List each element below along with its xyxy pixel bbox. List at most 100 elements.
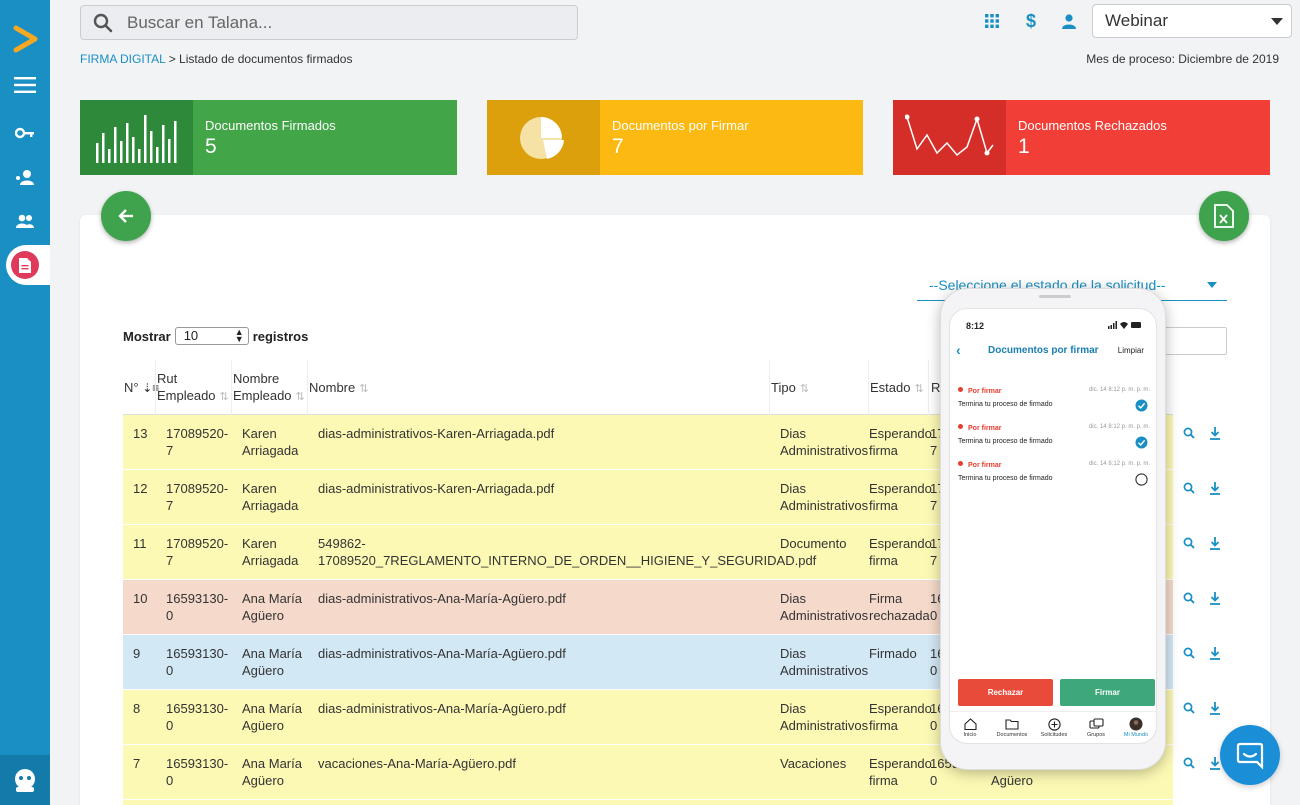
phone-notification-item[interactable]: Por firmar dic. 14 8:12 p. m. p. m. Termin… <box>958 424 1150 458</box>
tab-documentos[interactable]: Documentos <box>992 716 1032 738</box>
cell-n-line: 7 <box>133 756 141 771</box>
download-icon[interactable] <box>1209 427 1221 443</box>
search-bar[interactable] <box>80 5 578 40</box>
divider <box>307 360 308 415</box>
menu-icon[interactable] <box>0 70 50 100</box>
cell-employee: Ana María Agüero <box>242 700 302 734</box>
phone-back-icon[interactable]: ‹ <box>956 342 961 358</box>
download-icon[interactable] <box>1209 482 1221 498</box>
download-icon[interactable] <box>1209 757 1221 773</box>
col-estado[interactable]: Estado ⇅ <box>870 379 924 398</box>
col-nombre-empleado[interactable]: Nombre Empleado ⇅ <box>233 370 305 406</box>
cell-file: 549862- 17089520_7REGLAMENTO_INTERNO_DE_O… <box>318 535 816 569</box>
checked-icon[interactable] <box>1135 399 1148 412</box>
breadcrumb-link-firma-digital[interactable]: FIRMA DIGITAL <box>80 52 165 66</box>
view-icon[interactable] <box>1183 482 1195 497</box>
tab-solicitudes[interactable]: Solicitudes <box>1034 716 1074 738</box>
cell-estado: Esperando firma <box>869 700 932 734</box>
users-icon[interactable] <box>0 206 50 236</box>
cell-file: dias-administrativos-Ana-María-Agüero.pd… <box>318 590 566 607</box>
sign-button[interactable]: Firmar <box>1060 679 1155 706</box>
tab-inicio[interactable]: Inicio <box>950 716 990 738</box>
chat-button[interactable] <box>1220 725 1280 785</box>
cell-rut-line: 7 <box>166 443 174 458</box>
col-n-label: N° <box>124 380 139 395</box>
download-icon[interactable] <box>1209 702 1221 718</box>
reject-button[interactable]: Rechazar <box>958 679 1053 706</box>
col-estado-label: Estado <box>870 380 911 395</box>
cell-rut-line: 16593130- <box>166 646 229 661</box>
user-settings-icon[interactable] <box>0 162 50 192</box>
col-nombre[interactable]: Nombre ⇅ <box>309 379 368 398</box>
cell-rut-line: 0 <box>166 663 174 678</box>
cell-rut-line: 7 <box>166 553 174 568</box>
checked-icon[interactable] <box>1135 436 1148 449</box>
sort-icon: ⇅ <box>295 391 305 403</box>
spinner-icon: ▲ ▼ <box>234 327 244 344</box>
col-nombre-label: Nombre <box>309 380 356 395</box>
sort-icon: ⇅ <box>219 391 229 403</box>
cell-employee: Ana María Agüero <box>242 755 302 789</box>
tab-solicitudes-label: Solicitudes <box>1040 732 1068 738</box>
sort-icon: ⇅ <box>359 383 369 395</box>
cell-employee: Ana María Agüero <box>242 645 302 679</box>
col-n[interactable]: N° ⇣≡ <box>124 379 159 397</box>
talana-logo[interactable] <box>13 24 39 54</box>
page-size-select[interactable]: 10 ▲ ▼ <box>174 327 249 345</box>
card-signed-value: 5 <box>205 135 217 158</box>
col-tipo[interactable]: Tipo ⇅ <box>771 379 809 398</box>
cell-estado-line: Esperando <box>869 426 932 441</box>
dollar-icon[interactable]: $ <box>1020 10 1042 32</box>
page-size-value: 10 <box>183 328 199 343</box>
cell-tipo-line: Dias <box>780 426 807 441</box>
cell-extra-line: 7 <box>930 553 938 568</box>
apps-icon[interactable] <box>981 10 1003 32</box>
view-icon[interactable] <box>1183 537 1195 552</box>
cell-extra-line: 0 <box>930 773 938 788</box>
phone-notification-item[interactable]: Por firmar dic. 14 8:12 p. m. p. m. Termin… <box>958 461 1150 495</box>
person-icon[interactable] <box>1058 10 1080 32</box>
view-icon[interactable] <box>1183 647 1195 662</box>
col-rut[interactable]: Rut Empleado ⇅ <box>157 370 229 406</box>
card-rejected[interactable]: Documentos Rechazados 1 <box>893 100 1270 175</box>
process-month: Mes de proceso: Diciembre de 2019 <box>1086 52 1279 66</box>
view-icon[interactable] <box>1183 702 1195 717</box>
cell-file: dias-administrativos-Karen-Arriagada.pdf <box>318 425 554 442</box>
view-icon[interactable] <box>1183 757 1195 772</box>
cell-rut: 16593130- 0 <box>166 755 228 789</box>
download-icon[interactable] <box>1209 592 1221 608</box>
company-select[interactable]: Webinar <box>1092 4 1292 38</box>
cell-employee-line: Ana María <box>242 756 302 771</box>
cell-extra2: Agüero <box>991 773 1033 788</box>
tab-grupos[interactable]: Grupos <box>1076 716 1116 738</box>
sidebar-item-documents[interactable] <box>6 245 50 285</box>
download-icon[interactable] <box>1209 537 1221 553</box>
item-status: Por firmar <box>958 424 1001 432</box>
sort-icon: ⇅ <box>914 383 924 395</box>
cell-n: 11 <box>133 535 147 552</box>
cell-tipo-line: Administrativos <box>780 718 869 733</box>
view-icon[interactable] <box>1183 592 1195 607</box>
search-input[interactable] <box>127 12 547 33</box>
phone-clear-button[interactable]: Limpiar <box>1118 346 1144 355</box>
cell-estado-line: firma <box>869 443 898 458</box>
export-excel-button[interactable] <box>1199 191 1249 241</box>
unchecked-icon[interactable] <box>1135 473 1148 486</box>
card-pending[interactable]: Documentos por Firmar 7 <box>487 100 863 175</box>
cell-tipo-line: Administrativos <box>780 443 869 458</box>
download-icon[interactable] <box>1209 647 1221 663</box>
mascot-icon[interactable] <box>0 755 50 805</box>
cell-n: 7 <box>133 755 140 772</box>
card-signed[interactable]: Documentos Firmados 5 <box>80 100 457 175</box>
cell-estado-line: Esperando <box>869 701 932 716</box>
view-icon[interactable] <box>1183 427 1195 442</box>
key-icon[interactable] <box>0 118 50 148</box>
cell-estado: Firmado <box>869 645 917 662</box>
col-r[interactable]: R <box>931 379 940 396</box>
cell-estado: Esperando firma <box>869 755 932 789</box>
tab-mi-mundo[interactable]: Mi Mundo <box>1116 716 1156 738</box>
cell-file-line: dias-administrativos-Ana-María-Agüero.pd… <box>318 646 566 661</box>
cell-estado-line: firma <box>869 773 898 788</box>
back-button[interactable] <box>101 191 151 241</box>
phone-notification-item[interactable]: Por firmar dic. 14 8:12 p. m. p. m. Termin… <box>958 387 1150 421</box>
